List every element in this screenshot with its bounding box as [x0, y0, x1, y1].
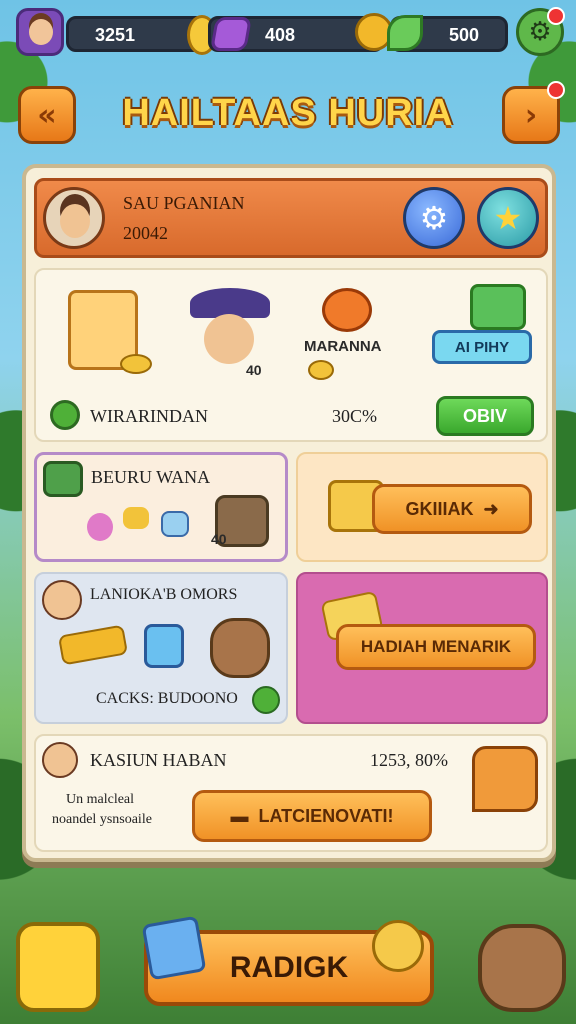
notification-badge: [547, 7, 565, 25]
status-check-icon: [50, 400, 80, 430]
star-icon: ★: [493, 199, 523, 237]
settings-button[interactable]: ⚙: [516, 7, 565, 56]
jar-icon: [144, 624, 184, 668]
bundle-title: BEURU WANA: [91, 467, 211, 487]
character-avatar-icon: [42, 742, 78, 778]
coin-icon: [372, 920, 424, 972]
arrow-right-icon: ➜: [483, 498, 499, 519]
crystal-icon: [161, 511, 189, 537]
favorite-button[interactable]: ★: [477, 187, 539, 249]
player-avatar-button[interactable]: [16, 8, 64, 56]
gem-value: 408: [265, 25, 296, 45]
bundle-card[interactable]: BEURU WANA 40: [34, 452, 288, 562]
chest-icon: [43, 461, 83, 497]
potion-icon: [87, 513, 113, 541]
gold-value: 3251: [95, 25, 136, 45]
gift-box-icon: [141, 915, 207, 981]
profile-avatar[interactable]: [43, 187, 105, 249]
reward-fruit[interactable]: MARANNA: [304, 284, 414, 380]
wizard-reward-count: 40: [246, 362, 262, 378]
reward-status-text: WIRARINDAN: [90, 406, 208, 426]
gem-icon: [210, 17, 252, 51]
coin-icon: [308, 360, 334, 380]
bear-icon: [210, 618, 270, 678]
fruit-reward-label: MARANNA: [304, 338, 382, 355]
play-tag: AI PIHY: [432, 330, 532, 364]
chat-bubble-icon[interactable]: [472, 746, 538, 812]
profile-score: 20042: [123, 223, 168, 243]
play-tag-label: AI PIHY: [454, 338, 510, 356]
progress-title: KASIUN HABAN: [90, 750, 227, 770]
gold-bar-icon: [123, 507, 149, 529]
gem-counter: 408: [208, 13, 393, 52]
fruit-icon: [322, 288, 372, 332]
gold-counter: 3251: [66, 15, 217, 55]
leaf-icon: [387, 15, 423, 51]
forward-button[interactable]: ›: [502, 81, 565, 144]
wizard-face-icon: [204, 314, 254, 364]
leaf-counter: 500: [387, 15, 508, 52]
chevron-left-icon: «: [37, 97, 57, 133]
reward-play-card[interactable]: AI PIHY: [430, 284, 540, 380]
back-button[interactable]: «: [18, 86, 76, 144]
hadiah-button[interactable]: HADIAH MENARIK: [336, 624, 536, 670]
ticket-icon: [57, 624, 129, 666]
hadiah-card: HADIAH MENARIK: [296, 572, 548, 724]
main-panel: SAU PGANIAN 20042 ⚙ ★ 40 MARANNA AI PIHY: [22, 164, 556, 862]
progress-card: KASIUN HABAN 1253, 80% Un malcleal noand…: [34, 734, 548, 852]
offer-button[interactable]: GKIIIAK ➜: [372, 484, 532, 534]
reward-wizard[interactable]: 40: [176, 284, 286, 380]
check-icon: [252, 686, 280, 714]
progress-value: 1253, 80%: [370, 750, 448, 770]
progress-desc-line1: Un malcleal: [66, 792, 135, 807]
progress-button-label: LATCIENOVATI!: [258, 805, 394, 826]
gear-icon: ⚙: [419, 199, 449, 237]
bear-mascot-button[interactable]: [478, 924, 566, 1012]
offer-card: GKIIIAK ➜: [296, 452, 548, 562]
bonus-title: LANIOKA'B OMORS: [90, 586, 238, 603]
notification-badge: [547, 81, 565, 99]
leaf-value: 500: [449, 25, 480, 45]
page-title: HAILTAAS HURIA: [122, 92, 454, 134]
ticket-icon: ▬: [230, 805, 249, 826]
reward-claim-button[interactable]: OBIV: [436, 396, 534, 436]
coin-stack-icon: [120, 354, 152, 374]
reward-percent: 30C%: [332, 406, 377, 426]
reward-hero[interactable]: [50, 284, 160, 380]
progress-desc-line2: noandel ysnsoaile: [52, 812, 152, 827]
rewards-section: 40 MARANNA AI PIHY WIRARINDAN 30C% OBIV: [34, 268, 548, 442]
progress-action-button[interactable]: ▬ LATCIENOVATI!: [192, 790, 432, 842]
card-stack-icon: [470, 284, 526, 330]
profile-settings-button[interactable]: ⚙: [403, 187, 465, 249]
offer-button-label: GKIIIAK: [405, 498, 474, 519]
bonus-footer: CACKS: BUDOONO: [96, 690, 238, 707]
main-action-label: RADIGK: [229, 951, 349, 984]
smiley-face-button[interactable]: [16, 922, 100, 1012]
chevron-right-icon: ›: [524, 97, 538, 133]
character-avatar-icon: [42, 580, 82, 620]
profile-card: SAU PGANIAN 20042 ⚙ ★: [34, 178, 548, 258]
profile-name: SAU PGANIAN: [123, 193, 245, 213]
bonus-card: LANIOKA'B OMORS CACKS: BUDOONO: [34, 572, 288, 724]
bundle-badge: 40: [211, 531, 227, 547]
resource-bar: 3251 408 500 ⚙: [12, 7, 565, 60]
